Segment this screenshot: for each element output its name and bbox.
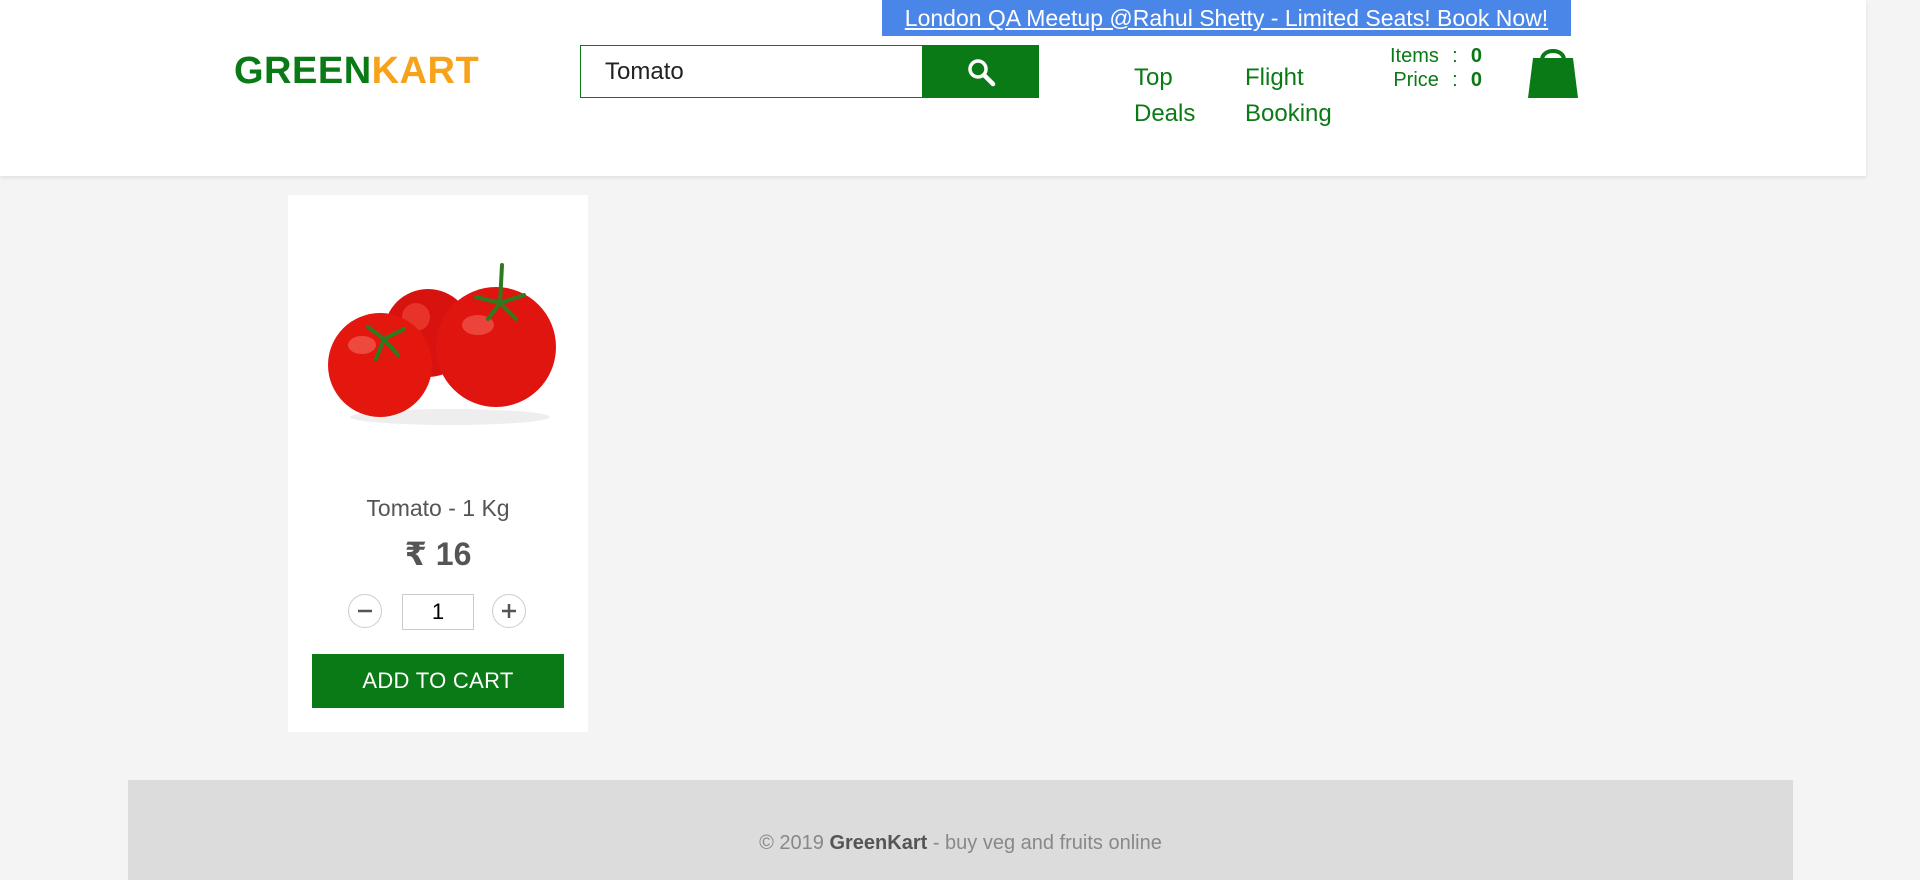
flight-booking-link[interactable]: Flight Booking	[1245, 60, 1332, 132]
cart-price-label: Price	[1393, 69, 1439, 91]
flight-booking-line-1: Flight	[1245, 64, 1304, 91]
search-button[interactable]	[922, 45, 1039, 98]
top-deals-line-1: Top	[1134, 64, 1173, 91]
cart-price-row: Price : 0	[1390, 68, 1491, 92]
shopping-bag-icon	[1528, 49, 1578, 98]
footer-tagline: - buy veg and fruits online	[927, 832, 1162, 854]
cart-items-label: Items	[1390, 45, 1439, 67]
flight-booking-line-2: Booking	[1245, 100, 1332, 127]
top-deals-link[interactable]: Top Deals	[1134, 60, 1195, 132]
footer-copyright: © 2019	[759, 832, 830, 854]
footer-text: © 2019 GreenKart - buy veg and fruits on…	[128, 832, 1793, 855]
product-card: Tomato - 1 Kg ₹ 16 ADD TO CART	[288, 195, 588, 732]
quantity-stepper	[348, 594, 528, 630]
footer: © 2019 GreenKart - buy veg and fruits on…	[128, 780, 1793, 880]
footer-brand: GreenKart	[829, 832, 928, 854]
promo-banner-link[interactable]: London QA Meetup @Rahul Shetty - Limited…	[882, 0, 1571, 36]
quantity-input[interactable]	[402, 594, 474, 630]
cart-price-separator: :	[1452, 69, 1458, 91]
logo: GREENKART	[234, 50, 479, 93]
cart-items-separator: :	[1452, 45, 1458, 67]
decrement-button[interactable]	[348, 594, 382, 628]
product-price: ₹ 16	[404, 536, 472, 572]
search-input[interactable]	[580, 45, 922, 98]
add-to-cart-button[interactable]: ADD TO CART	[312, 654, 564, 708]
cart-button[interactable]	[1527, 44, 1579, 100]
top-deals-line-2: Deals	[1134, 100, 1196, 127]
search-icon	[967, 58, 995, 86]
cart-price-total: 0	[1470, 69, 1483, 91]
tomato-image	[318, 255, 558, 435]
cart-items-count: 0	[1470, 45, 1483, 67]
cart-items-row: Items : 0	[1390, 44, 1491, 68]
increment-button[interactable]	[492, 594, 526, 628]
logo-green-text: GREEN	[234, 50, 372, 92]
logo-kart-text: KART	[371, 50, 480, 92]
minus-icon	[358, 609, 372, 613]
cart-summary: Items : 0 Price : 0	[1390, 44, 1491, 92]
product-name: Tomato - 1 Kg	[366, 495, 510, 521]
search-bar	[580, 45, 1039, 98]
plus-icon	[502, 604, 516, 618]
